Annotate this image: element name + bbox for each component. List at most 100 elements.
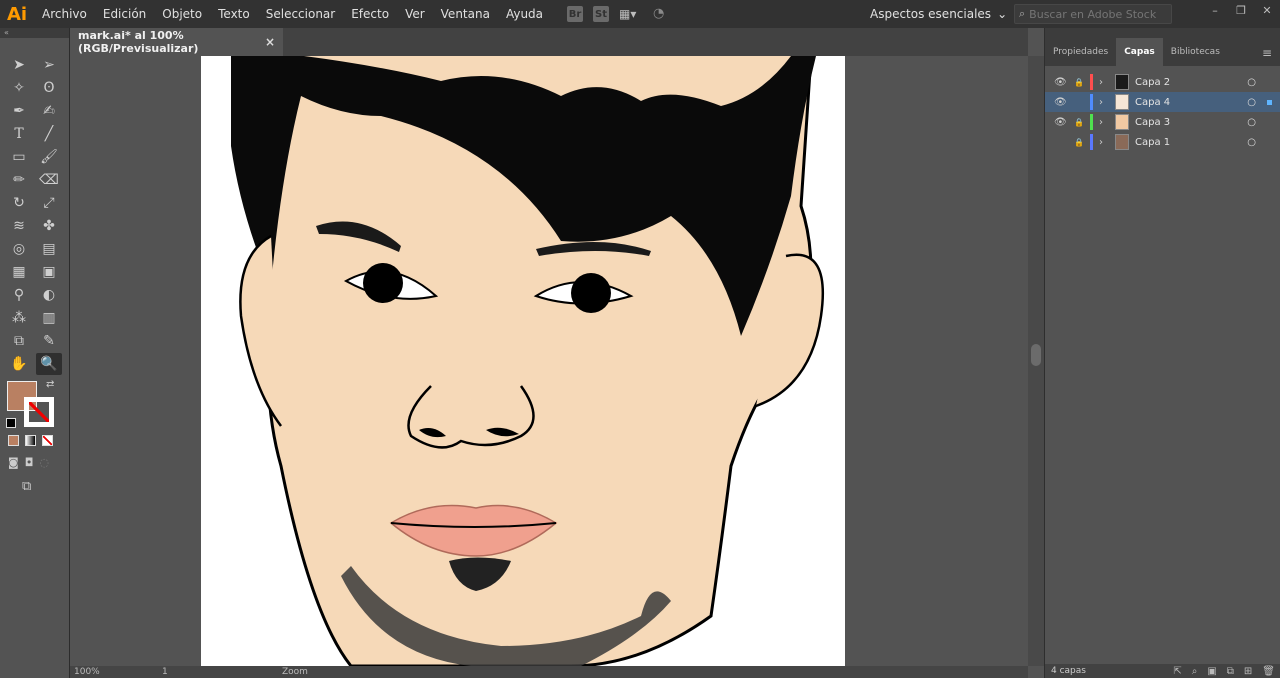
tab-capas[interactable]: Capas — [1116, 38, 1163, 66]
minimize-icon[interactable]: – — [1202, 0, 1228, 20]
restore-icon[interactable]: ❐ — [1228, 0, 1254, 20]
clipping-mask-icon[interactable]: ▣ — [1207, 666, 1216, 677]
menu-texto[interactable]: Texto — [210, 0, 258, 28]
layer-row[interactable]: 👁 🔒 › Capa 2 ○ — [1045, 72, 1280, 92]
tab-bibliotecas[interactable]: Bibliotecas — [1163, 38, 1228, 66]
eye-icon[interactable]: 👁 — [1054, 77, 1067, 88]
target-icon[interactable]: ○ — [1247, 137, 1256, 148]
new-layer-icon[interactable]: ⊞ — [1244, 666, 1252, 677]
column-graph-tool-icon[interactable]: ▥ — [36, 307, 62, 329]
mesh-tool-icon[interactable]: ▦ — [6, 261, 32, 283]
layer-row[interactable]: 👁 🔒 › Capa 4 ○ — [1045, 92, 1280, 112]
menu-ver[interactable]: Ver — [397, 0, 433, 28]
locate-object-icon[interactable]: ⌕ — [1192, 666, 1198, 677]
gpu-performance-icon[interactable]: ◔ — [653, 6, 673, 22]
gradient-mode-icon[interactable] — [25, 435, 36, 446]
menu-edicion[interactable]: Edición — [95, 0, 154, 28]
screen-mode-icon[interactable]: ⧉ — [22, 479, 69, 494]
artboard-tool-icon[interactable]: ⧉ — [6, 330, 32, 352]
new-sublayer-icon[interactable]: ⧉ — [1227, 666, 1234, 677]
chevron-right-icon[interactable]: › — [1099, 77, 1109, 88]
lock-icon[interactable]: 🔒 — [1074, 118, 1086, 127]
slice-tool-icon[interactable]: ✎ — [36, 330, 62, 352]
layer-row[interactable]: 👁 🔒 › Capa 1 ○ — [1045, 132, 1280, 152]
type-tool-icon[interactable]: T — [6, 123, 32, 145]
eyedropper-tool-icon[interactable]: ⚲ — [6, 284, 32, 306]
chevron-right-icon[interactable]: › — [1099, 137, 1109, 148]
layer-color-bar — [1090, 74, 1093, 90]
paintbrush-tool-icon[interactable]: 🖌 — [36, 146, 62, 168]
selection-tool-icon[interactable]: ➤ — [6, 54, 32, 76]
zoom-level[interactable]: 100% — [70, 667, 130, 677]
pencil-tool-icon[interactable]: ✏ — [6, 169, 32, 191]
draw-inside-icon[interactable]: ◌ — [39, 456, 49, 469]
layer-name[interactable]: Capa 1 — [1135, 137, 1170, 148]
default-colors-icon[interactable] — [6, 418, 16, 428]
menu-objeto[interactable]: Objeto — [154, 0, 210, 28]
stock-icon[interactable]: St — [593, 6, 610, 22]
blend-tool-icon[interactable]: ◐ — [36, 284, 62, 306]
bridge-icon[interactable]: Br — [567, 6, 584, 22]
draw-behind-icon[interactable]: ◘ — [25, 456, 34, 469]
tab-propiedades[interactable]: Propiedades — [1045, 38, 1116, 66]
lock-icon[interactable]: 🔒 — [1074, 78, 1086, 87]
gradient-tool-icon[interactable]: ▣ — [36, 261, 62, 283]
lock-icon[interactable]: 🔒 — [1074, 138, 1086, 147]
layer-row[interactable]: 👁 🔒 › Capa 3 ○ — [1045, 112, 1280, 132]
layer-name[interactable]: Capa 2 — [1135, 77, 1170, 88]
curvature-tool-icon[interactable]: ✍ — [36, 100, 62, 122]
chevron-right-icon[interactable]: › — [1099, 97, 1109, 108]
rotate-tool-icon[interactable]: ↻ — [6, 192, 32, 214]
collapse-toolbar-icon[interactable]: « — [0, 28, 69, 38]
symbol-sprayer-tool-icon[interactable]: ⁂ — [6, 307, 32, 329]
panel-menu-icon[interactable]: ≡ — [1262, 46, 1272, 60]
line-tool-icon[interactable]: ╱ — [36, 123, 62, 145]
menu-ventana[interactable]: Ventana — [433, 0, 498, 28]
trash-icon[interactable]: 🗑 — [1262, 666, 1275, 677]
close-icon[interactable]: × — [265, 35, 275, 49]
target-icon[interactable]: ○ — [1247, 77, 1256, 88]
zoom-tool-icon[interactable]: 🔍 — [36, 353, 62, 375]
magic-wand-tool-icon[interactable]: ✧ — [6, 77, 32, 99]
layer-thumbnail — [1115, 134, 1129, 150]
scale-tool-icon[interactable]: ⤢ — [36, 192, 62, 214]
stroke-swatch[interactable] — [24, 397, 54, 427]
menu-efecto[interactable]: Efecto — [343, 0, 397, 28]
swap-fill-stroke-icon[interactable]: ⇄ — [46, 379, 54, 390]
draw-normal-icon[interactable]: ◙ — [8, 456, 19, 469]
pen-tool-icon[interactable]: ✒ — [6, 100, 32, 122]
export-icon[interactable]: ⇱ — [1173, 666, 1181, 677]
hand-tool-icon[interactable]: ✋ — [6, 353, 32, 375]
canvas-area[interactable] — [70, 56, 1028, 666]
close-window-icon[interactable]: ✕ — [1254, 0, 1280, 20]
eye-icon[interactable]: 👁 — [1054, 117, 1067, 128]
vertical-scrollbar[interactable] — [1028, 56, 1044, 666]
eye-icon[interactable]: 👁 — [1054, 97, 1067, 108]
stock-search[interactable]: ⌕ — [1014, 4, 1172, 24]
search-input[interactable] — [1029, 7, 1165, 21]
eraser-tool-icon[interactable]: ⌫ — [36, 169, 62, 191]
direct-selection-tool-icon[interactable]: ➢ — [36, 54, 62, 76]
puppet-warp-tool-icon[interactable]: ✤ — [36, 215, 62, 237]
layer-name[interactable]: Capa 4 — [1135, 97, 1170, 108]
layer-name[interactable]: Capa 3 — [1135, 117, 1170, 128]
target-icon[interactable]: ○ — [1247, 117, 1256, 128]
rectangle-tool-icon[interactable]: ▭ — [6, 146, 32, 168]
lasso-tool-icon[interactable]: ʘ — [36, 77, 62, 99]
page-number[interactable]: 1 — [162, 667, 202, 677]
scrollbar-thumb[interactable] — [1031, 344, 1041, 366]
menu-seleccionar[interactable]: Seleccionar — [258, 0, 343, 28]
arrange-documents-icon[interactable]: ▦▾ — [619, 6, 643, 22]
menu-archivo[interactable]: Archivo — [34, 0, 95, 28]
none-mode-icon[interactable] — [42, 435, 53, 446]
target-icon[interactable]: ○ — [1247, 97, 1256, 108]
workspace-switcher[interactable]: Aspectos esenciales ⌄ — [870, 0, 1007, 28]
color-mode-icon[interactable] — [8, 435, 19, 446]
perspective-grid-tool-icon[interactable]: ▤ — [36, 238, 62, 260]
chevron-right-icon[interactable]: › — [1099, 117, 1109, 128]
artboard[interactable] — [201, 56, 845, 666]
menu-ayuda[interactable]: Ayuda — [498, 0, 551, 28]
document-tab[interactable]: mark.ai* al 100% (RGB/Previsualizar) × — [70, 28, 283, 56]
shape-builder-tool-icon[interactable]: ◎ — [6, 238, 32, 260]
warp-tool-icon[interactable]: ≋ — [6, 215, 32, 237]
